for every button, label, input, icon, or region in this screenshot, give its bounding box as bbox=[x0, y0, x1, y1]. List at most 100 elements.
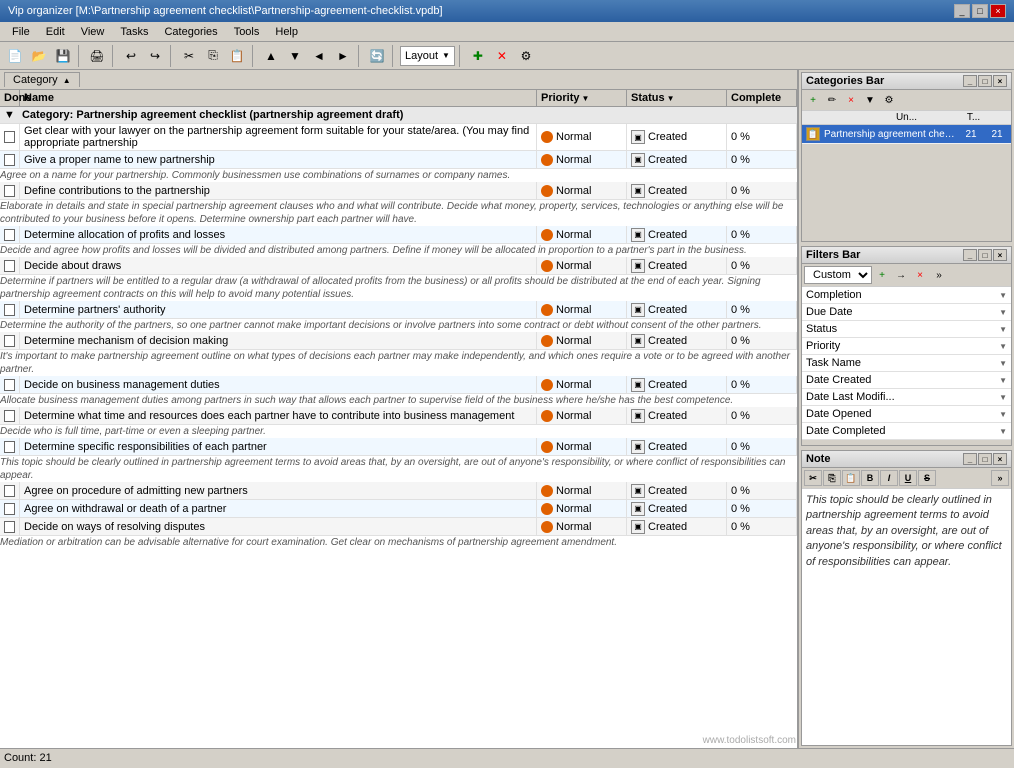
task-complete[interactable]: 0 % bbox=[727, 124, 797, 150]
task-table[interactable]: Done Name Priority ▼ Status ▼ Complete bbox=[0, 90, 797, 748]
task-name[interactable]: Determine what time and resources does e… bbox=[20, 407, 537, 424]
note-restore-button[interactable]: □ bbox=[978, 453, 992, 465]
cat-settings-button[interactable]: ⚙ bbox=[880, 92, 898, 108]
task-priority[interactable]: Normal bbox=[537, 301, 627, 318]
task-complete[interactable]: 0 % bbox=[727, 151, 797, 168]
menu-categories[interactable]: Categories bbox=[156, 24, 225, 40]
note-bold-button[interactable]: B bbox=[861, 470, 879, 486]
task-priority[interactable]: Normal bbox=[537, 151, 627, 168]
filter-item[interactable]: Date Completed ▼ bbox=[802, 423, 1011, 440]
filter-item[interactable]: Priority ▼ bbox=[802, 338, 1011, 355]
redo-button[interactable]: ↪ bbox=[144, 45, 166, 67]
filter-item[interactable]: Task Name ▼ bbox=[802, 355, 1011, 372]
right-button[interactable]: ► bbox=[332, 45, 354, 67]
settings-button[interactable]: ⚙ bbox=[515, 45, 537, 67]
left-button[interactable]: ◄ bbox=[308, 45, 330, 67]
task-checkbox[interactable] bbox=[0, 124, 20, 150]
task-complete[interactable]: 0 % bbox=[727, 376, 797, 393]
task-priority[interactable]: Normal bbox=[537, 500, 627, 517]
note-minimize-button[interactable]: _ bbox=[963, 453, 977, 465]
panel-restore-button[interactable]: □ bbox=[978, 75, 992, 87]
close-button[interactable]: × bbox=[990, 4, 1006, 18]
print-button[interactable]: 🖨 bbox=[86, 45, 108, 67]
refresh-button[interactable]: 🔄 bbox=[366, 45, 388, 67]
filters-close-button[interactable]: × bbox=[993, 249, 1007, 261]
task-checkbox[interactable] bbox=[0, 438, 20, 455]
paste-button[interactable]: 📋 bbox=[226, 45, 248, 67]
task-complete[interactable]: 0 % bbox=[727, 482, 797, 499]
task-priority[interactable]: Normal bbox=[537, 407, 627, 424]
task-priority[interactable]: Normal bbox=[537, 438, 627, 455]
filter-item[interactable]: Date Last Modifi... ▼ bbox=[802, 389, 1011, 406]
task-checkbox[interactable] bbox=[0, 151, 20, 168]
task-checkbox[interactable] bbox=[0, 407, 20, 424]
task-status[interactable]: ▣ Created bbox=[627, 407, 727, 424]
menu-view[interactable]: View bbox=[73, 24, 113, 40]
task-name[interactable]: Decide about draws bbox=[20, 257, 537, 274]
filter-item[interactable]: Date Created ▼ bbox=[802, 372, 1011, 389]
task-priority[interactable]: Normal bbox=[537, 482, 627, 499]
note-content-area[interactable]: This topic should be clearly outlined in… bbox=[802, 489, 1011, 745]
note-italic-button[interactable]: I bbox=[880, 470, 898, 486]
menu-file[interactable]: File bbox=[4, 24, 38, 40]
layout-dropdown[interactable]: Layout ▼ bbox=[400, 46, 455, 66]
task-checkbox[interactable] bbox=[0, 376, 20, 393]
task-complete[interactable]: 0 % bbox=[727, 500, 797, 517]
category-tab[interactable]: Category ▲ bbox=[4, 72, 80, 87]
category-item[interactable]: 📋 Partnership agreement checklist ( 21 2… bbox=[802, 125, 1011, 144]
task-status[interactable]: ▣ Created bbox=[627, 182, 727, 199]
task-complete[interactable]: 0 % bbox=[727, 438, 797, 455]
collapse-icon[interactable]: ▼ bbox=[4, 109, 15, 121]
filters-restore-button[interactable]: □ bbox=[978, 249, 992, 261]
task-complete[interactable]: 0 % bbox=[727, 332, 797, 349]
task-checkbox[interactable] bbox=[0, 500, 20, 517]
cut-button[interactable]: ✂ bbox=[178, 45, 200, 67]
task-checkbox[interactable] bbox=[0, 182, 20, 199]
cat-filter-button[interactable]: ▼ bbox=[861, 92, 879, 108]
panel-close-button[interactable]: × bbox=[993, 75, 1007, 87]
task-complete[interactable]: 0 % bbox=[727, 407, 797, 424]
cat-add-button[interactable]: + bbox=[804, 92, 822, 108]
cat-edit-button[interactable]: ✏ bbox=[823, 92, 841, 108]
task-status[interactable]: ▣ Created bbox=[627, 257, 727, 274]
filters-preset-dropdown[interactable]: Custom bbox=[804, 266, 872, 284]
note-strikethrough-button[interactable]: S bbox=[918, 470, 936, 486]
undo-button[interactable]: ↩ bbox=[120, 45, 142, 67]
cat-delete-button[interactable]: × bbox=[842, 92, 860, 108]
task-name[interactable]: Give a proper name to new partnership bbox=[20, 151, 537, 168]
filter-add-button[interactable]: + bbox=[873, 267, 891, 283]
task-status[interactable]: ▣ Created bbox=[627, 518, 727, 535]
filters-minimize-button[interactable]: _ bbox=[963, 249, 977, 261]
task-name[interactable]: Decide on ways of resolving disputes bbox=[20, 518, 537, 535]
task-name[interactable]: Get clear with your lawyer on the partne… bbox=[20, 124, 537, 150]
filter-delete-button[interactable]: × bbox=[911, 267, 929, 283]
filter-item[interactable]: Due Date ▼ bbox=[802, 304, 1011, 321]
note-paste-button[interactable]: 📋 bbox=[842, 470, 860, 486]
task-status[interactable]: ▣ Created bbox=[627, 482, 727, 499]
minimize-button[interactable]: _ bbox=[954, 4, 970, 18]
task-priority[interactable]: Normal bbox=[537, 182, 627, 199]
filter-arrow-button[interactable]: → bbox=[892, 267, 910, 283]
task-status[interactable]: ▣ Created bbox=[627, 332, 727, 349]
add-task-button[interactable]: ✚ bbox=[467, 45, 489, 67]
note-close-button[interactable]: × bbox=[993, 453, 1007, 465]
task-status[interactable]: ▣ Created bbox=[627, 301, 727, 318]
task-checkbox[interactable] bbox=[0, 518, 20, 535]
filter-more-button[interactable]: » bbox=[930, 267, 948, 283]
copy-button[interactable]: ⎘ bbox=[202, 45, 224, 67]
filter-item[interactable]: Completion ▼ bbox=[802, 287, 1011, 304]
task-checkbox[interactable] bbox=[0, 482, 20, 499]
task-priority[interactable]: Normal bbox=[537, 124, 627, 150]
menu-help[interactable]: Help bbox=[267, 24, 306, 40]
task-status[interactable]: ▣ Created bbox=[627, 151, 727, 168]
menu-tools[interactable]: Tools bbox=[226, 24, 268, 40]
note-copy-button[interactable]: ⎘ bbox=[823, 470, 841, 486]
task-name[interactable]: Determine partners' authority bbox=[20, 301, 537, 318]
task-name[interactable]: Determine mechanism of decision making bbox=[20, 332, 537, 349]
maximize-button[interactable]: □ bbox=[972, 4, 988, 18]
task-priority[interactable]: Normal bbox=[537, 226, 627, 243]
th-priority[interactable]: Priority ▼ bbox=[537, 90, 627, 106]
up-button[interactable]: ▲ bbox=[260, 45, 282, 67]
task-status[interactable]: ▣ Created bbox=[627, 376, 727, 393]
task-checkbox[interactable] bbox=[0, 332, 20, 349]
